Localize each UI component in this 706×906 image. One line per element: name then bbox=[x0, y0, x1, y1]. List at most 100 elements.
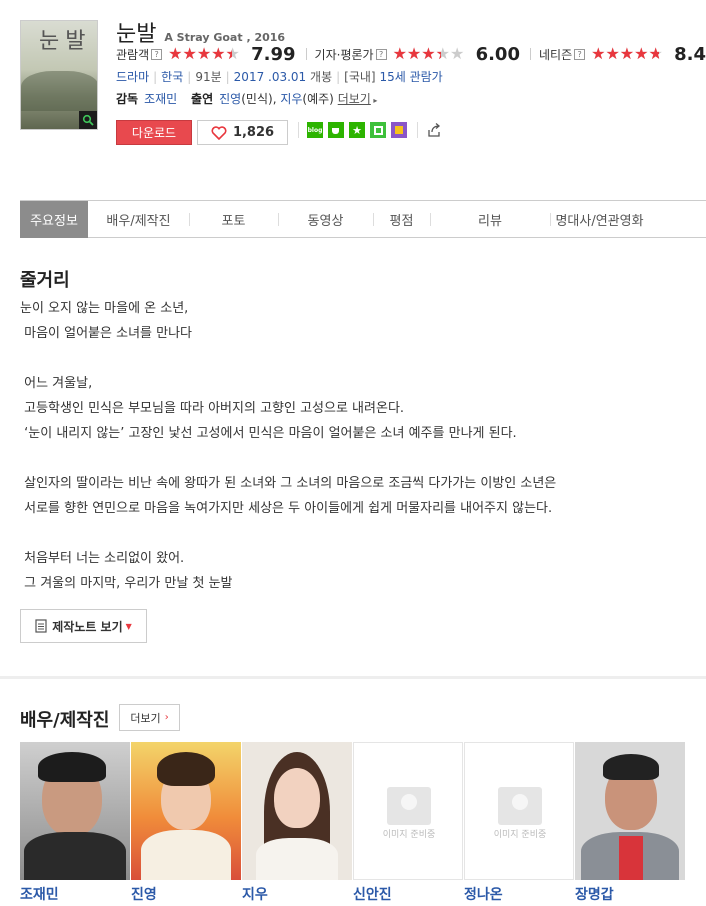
cast-card[interactable]: 장명갑 bbox=[575, 742, 685, 906]
netizen-stars: ★★★★★ ★★★★★ bbox=[591, 44, 663, 63]
cast-card[interactable]: 이미지 준비중 정나온 bbox=[464, 742, 574, 906]
cast-photo-placeholder[interactable]: 이미지 준비중 bbox=[464, 742, 574, 880]
director-link[interactable]: 조재민 bbox=[144, 92, 177, 106]
chevron-right-icon: ▸ bbox=[370, 96, 378, 105]
synopsis-line: 그 겨울의 마지막, 우리가 만날 첫 눈발 bbox=[20, 576, 233, 591]
synopsis-line: ‘눈이 내리지 않는’ 고장인 낯선 고성에서 민식은 마음이 얼어붙은 소녀 … bbox=[20, 426, 517, 441]
like-button[interactable]: 1,826 bbox=[197, 120, 288, 145]
cast-role-1: (민식) bbox=[241, 92, 273, 106]
genre-link[interactable]: 드라마 bbox=[116, 70, 149, 84]
synopsis-line: 어느 겨울날, bbox=[20, 376, 93, 391]
cast-name[interactable]: 지우 bbox=[242, 884, 268, 904]
audience-stars: ★★★★★★★★★★ bbox=[168, 44, 240, 63]
cast-label: 출연 bbox=[191, 92, 214, 106]
synopsis-line bbox=[20, 346, 680, 371]
cafe-share-icon[interactable] bbox=[328, 122, 344, 138]
cast-more-button[interactable]: 더보기 › bbox=[119, 704, 180, 731]
person-placeholder-icon bbox=[498, 787, 542, 825]
country-link[interactable]: 한국 bbox=[161, 70, 183, 84]
director-label: 감독 bbox=[116, 92, 139, 106]
synopsis-line: 처음부터 너는 소리없이 왔어. bbox=[20, 551, 185, 566]
heart-icon bbox=[211, 125, 227, 140]
cast-name[interactable]: 진영 bbox=[131, 884, 157, 904]
placeholder-text: 이미지 준비중 bbox=[382, 830, 436, 840]
critic-stars: ★★★★★★★★★★ bbox=[392, 44, 465, 63]
cast-more-label: 더보기 bbox=[130, 711, 161, 725]
tab-quotes-related[interactable]: 명대사/연관영화 bbox=[550, 201, 649, 238]
cast-photo[interactable] bbox=[242, 742, 352, 880]
movie-poster[interactable]: 눈발 bbox=[20, 20, 98, 130]
me2day-share-icon[interactable]: ★ bbox=[349, 122, 365, 138]
cast-link-2[interactable]: 지우 bbox=[280, 92, 302, 106]
people-row: 감독 조재민 출연 진영(민식), 지우(예주) 더보기 ▸ bbox=[116, 92, 378, 106]
synopsis-line: 고등학생인 민식은 부모님을 따라 아버지의 고향인 고성으로 내려온다. bbox=[20, 401, 405, 416]
tab-cast-crew[interactable]: 배우/제작진 bbox=[88, 201, 189, 238]
critic-rating-label: 기자·평론가 bbox=[314, 47, 374, 62]
critic-score: 6.00 bbox=[475, 43, 520, 65]
synopsis-line bbox=[20, 446, 680, 471]
tab-review[interactable]: 리뷰 bbox=[430, 201, 550, 238]
tab-bar: 주요정보 배우/제작진 포토 동영상 평점 리뷰 명대사/연관영화 bbox=[20, 200, 706, 238]
chevron-right-icon: › bbox=[164, 712, 169, 723]
cast-card[interactable]: 진영 bbox=[131, 742, 241, 906]
audience-rating-label: 관람객 bbox=[116, 47, 150, 62]
share-toolbar: blog ★ bbox=[298, 120, 442, 140]
divider bbox=[417, 122, 418, 138]
blog-share-icon[interactable]: blog bbox=[307, 122, 323, 138]
synopsis-line: 살인자의 딸이라는 비난 속에 왕따가 된 소녀와 그 소녀의 마음으로 조금씩… bbox=[20, 476, 557, 491]
release-suffix: 개봉 bbox=[310, 70, 333, 84]
synopsis-line bbox=[20, 521, 680, 546]
movie-title-english: A Stray Goat , 2016 bbox=[164, 31, 286, 44]
help-icon[interactable]: ? bbox=[375, 48, 387, 60]
rating-region: [국내] bbox=[344, 70, 376, 84]
tab-photo[interactable]: 포토 bbox=[189, 201, 278, 238]
like-count: 1,826 bbox=[232, 125, 275, 140]
cast-photo[interactable] bbox=[20, 742, 130, 880]
section-divider bbox=[0, 676, 706, 679]
cast-card[interactable]: 이미지 준비중 신안진 bbox=[353, 742, 463, 906]
cast-name[interactable]: 정나온 bbox=[464, 884, 503, 904]
talk-share-icon[interactable] bbox=[391, 122, 407, 138]
poster-title: 눈발 bbox=[39, 29, 92, 54]
document-icon bbox=[35, 619, 47, 633]
cast-section-title: 배우/제작진 bbox=[20, 710, 110, 731]
release-date-link[interactable]: 2017 .03.01 bbox=[234, 70, 307, 84]
movie-meta: 드라마 | 한국 | 91분 | 2017 .03.01 개봉 | [국내] 15세 관람가 bbox=[116, 70, 443, 84]
help-icon[interactable]: ? bbox=[574, 48, 586, 60]
tab-video[interactable]: 동영상 bbox=[278, 201, 373, 238]
cast-name[interactable]: 신안진 bbox=[353, 884, 392, 904]
cast-photo-placeholder[interactable]: 이미지 준비중 bbox=[353, 742, 463, 880]
tab-main-info[interactable]: 주요정보 bbox=[20, 201, 88, 238]
cast-photo[interactable] bbox=[575, 742, 685, 880]
synopsis-line: 서로를 향한 연민으로 마음을 녹여가지만 세상은 두 아이들에게 쉽게 머물자… bbox=[20, 501, 553, 516]
cast-card[interactable]: 지우 bbox=[242, 742, 352, 906]
synopsis-line: 마음이 얼어붙은 소녀를 만나다 bbox=[20, 326, 193, 341]
download-button[interactable]: 다운로드 bbox=[116, 120, 192, 145]
more-cast-link[interactable]: 더보기 bbox=[338, 92, 371, 106]
runtime: 91분 bbox=[195, 70, 222, 84]
synopsis-text: 눈이 오지 않는 마을에 온 소년, 마음이 얼어붙은 소녀를 만나다 어느 겨… bbox=[20, 296, 680, 596]
synopsis-title: 줄거리 bbox=[20, 270, 70, 291]
person-placeholder-icon bbox=[387, 787, 431, 825]
age-rating-link[interactable]: 15세 관람가 bbox=[379, 70, 442, 84]
cast-link-1[interactable]: 진영 bbox=[219, 92, 241, 106]
cast-name[interactable]: 조재민 bbox=[20, 884, 59, 904]
netizen-rating-label: 네티즌 bbox=[538, 47, 573, 62]
placeholder-text: 이미지 준비중 bbox=[493, 830, 547, 840]
audience-score: 7.99 bbox=[251, 43, 296, 65]
share-icon[interactable] bbox=[426, 122, 442, 138]
cast-card[interactable]: 조재민 bbox=[20, 742, 130, 906]
production-note-button[interactable]: 제작노트 보기 ▼ bbox=[20, 609, 147, 643]
help-icon[interactable]: ? bbox=[151, 48, 163, 60]
cast-name[interactable]: 장명갑 bbox=[575, 884, 614, 904]
zoom-icon[interactable] bbox=[79, 111, 97, 129]
cast-role-2: (예주) bbox=[302, 92, 334, 106]
cast-photo[interactable] bbox=[131, 742, 241, 880]
caret-down-icon: ▼ bbox=[125, 621, 132, 631]
rating-row: 관람객 ? ★★★★★★★★★★ 7.99 기자·평론가 ? ★★★★★★★★★… bbox=[116, 43, 706, 65]
band-share-icon[interactable] bbox=[370, 122, 386, 138]
divider bbox=[529, 48, 531, 60]
synopsis-line: 눈이 오지 않는 마을에 온 소년, bbox=[20, 301, 189, 316]
netizen-score: 8.43 bbox=[674, 43, 706, 65]
tab-rating[interactable]: 평점 bbox=[373, 201, 430, 238]
